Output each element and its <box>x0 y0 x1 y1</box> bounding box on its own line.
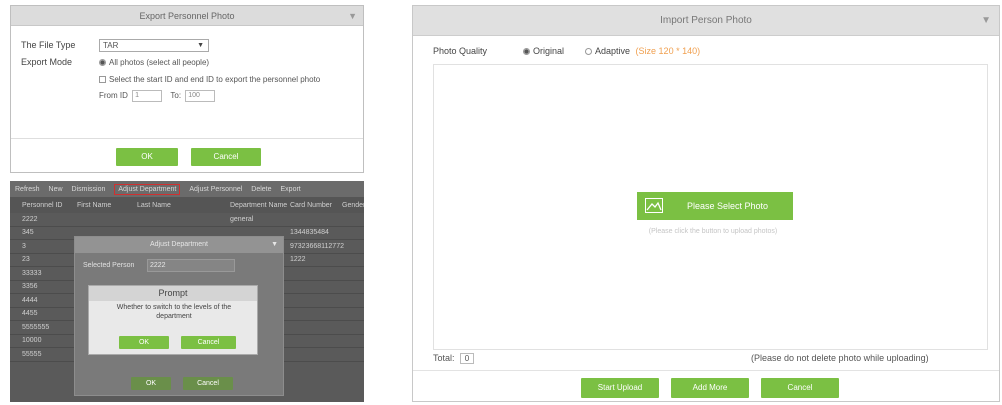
divider <box>413 370 999 371</box>
table-row[interactable]: 2222 general <box>10 213 364 227</box>
import-photo-dialog: Import Person Photo ▼ Photo Quality Orig… <box>412 5 1000 402</box>
from-id-input[interactable]: 1 <box>132 90 163 102</box>
toolbar-new[interactable]: New <box>49 186 63 193</box>
table-cell: 23 <box>22 256 30 264</box>
table-cell: 55555 <box>22 350 42 358</box>
chevron-down-icon: ▼ <box>197 42 204 49</box>
option-original[interactable]: Original <box>523 44 564 58</box>
table-cell: 5555555 <box>22 323 50 331</box>
toolbar-refresh[interactable]: Refresh <box>15 186 40 193</box>
option-all-label: All photos (select all people) <box>109 58 210 67</box>
col-first-name[interactable]: First Name <box>77 202 137 209</box>
total-count: 0 <box>460 353 475 365</box>
option-all-photos[interactable]: All photos (select all people) <box>99 57 209 69</box>
col-card-number[interactable]: Card Number <box>290 202 342 209</box>
table-cell: 4444 <box>22 296 38 304</box>
image-icon <box>645 198 663 213</box>
table-cell: 2222 <box>22 215 38 223</box>
radio-icon[interactable] <box>585 48 592 56</box>
toolbar-export[interactable]: Export <box>281 186 301 193</box>
file-type-value: TAR <box>103 41 119 50</box>
file-type-select[interactable]: TAR ▼ <box>99 39 209 52</box>
col-gender[interactable]: Gender <box>342 202 364 209</box>
col-personnel-id[interactable]: Personnel ID <box>22 202 77 209</box>
select-photo-button[interactable]: Please Select Photo <box>637 192 793 220</box>
prompt-title: Prompt <box>89 286 257 301</box>
dialog-title: Import Person Photo <box>660 15 752 26</box>
option-adaptive[interactable]: Adaptive (Size 120 * 140) <box>585 44 700 58</box>
upload-warning: (Please do not delete photo while upload… <box>751 353 929 363</box>
file-type-label: The File Type <box>21 40 76 50</box>
divider <box>11 138 363 139</box>
adaptive-label: Adaptive <box>595 46 631 56</box>
table-cell: 1344835484 <box>290 229 329 237</box>
selected-person-label: Selected Person <box>83 262 135 269</box>
to-id-input[interactable]: 100 <box>185 90 216 102</box>
upload-hint: (Please click the button to upload photo… <box>648 228 778 235</box>
option-range[interactable]: Select the start ID and end ID to export… <box>99 74 320 86</box>
cancel-button[interactable]: Cancel <box>181 336 236 349</box>
dialog-title-bar: Import Person Photo ▼ <box>413 6 999 36</box>
ok-button[interactable]: OK <box>119 336 169 349</box>
toolbar-dismission[interactable]: Dismission <box>72 186 106 193</box>
close-icon[interactable]: ▼ <box>348 6 357 26</box>
checkbox-icon[interactable] <box>99 76 106 84</box>
to-label: To <box>170 91 179 101</box>
toolbar: Refresh New Dismission Adjust Department… <box>10 181 364 197</box>
selected-person-input[interactable]: 2222 <box>147 259 235 272</box>
table-cell: 33333 <box>22 269 42 277</box>
original-label: Original <box>533 46 565 56</box>
id-range-row: From ID 1 To: 100 <box>99 90 216 102</box>
export-mode-label: Export Mode <box>21 57 73 67</box>
total-row: Total: 0 <box>433 352 475 365</box>
close-icon[interactable]: ▼ <box>271 237 278 253</box>
close-icon[interactable]: ▼ <box>981 6 991 36</box>
table-cell: 345 <box>22 229 34 237</box>
cancel-button[interactable]: Cancel <box>183 377 233 390</box>
toolbar-adjust-department[interactable]: Adjust Department <box>114 183 181 195</box>
photo-quality-label: Photo Quality <box>433 46 488 56</box>
ok-button[interactable]: OK <box>131 377 171 390</box>
cancel-button[interactable]: Cancel <box>191 148 261 166</box>
table-cell: 1222 <box>290 256 306 264</box>
table-header: Personnel ID First Name Last Name Depart… <box>10 197 364 213</box>
table-cell: 4455 <box>22 310 38 318</box>
toolbar-delete[interactable]: Delete <box>251 186 271 193</box>
radio-checked-icon[interactable] <box>99 59 106 67</box>
adaptive-size-text: (Size 120 * 140) <box>635 46 701 56</box>
dialog-title-bar: Export Personnel Photo ▼ <box>11 6 363 26</box>
table-cell: 3 <box>22 242 26 250</box>
total-label: Total: <box>433 353 455 363</box>
col-department[interactable]: Department Name <box>230 202 290 209</box>
col-last-name[interactable]: Last Name <box>137 202 230 209</box>
prompt-dialog: Prompt Whether to switch to the levels o… <box>88 285 258 355</box>
cancel-button[interactable]: Cancel <box>761 378 839 398</box>
select-photo-label: Please Select Photo <box>687 201 769 211</box>
dialog-title-bar: Adjust Department ▼ <box>75 237 283 253</box>
table-cell: general <box>230 215 254 223</box>
toolbar-adjust-personnel[interactable]: Adjust Personnel <box>189 186 242 193</box>
dialog-title: Adjust Department <box>150 241 208 248</box>
ok-button[interactable]: OK <box>116 148 178 166</box>
prompt-message: Whether to switch to the levels of the d… <box>116 304 232 320</box>
table-cell: 10000 <box>22 337 42 345</box>
option-range-label: Select the start ID and end ID to export… <box>109 75 321 84</box>
export-photo-dialog: Export Personnel Photo ▼ The File Type T… <box>10 5 364 173</box>
add-more-button[interactable]: Add More <box>671 378 749 398</box>
start-upload-button[interactable]: Start Upload <box>581 378 659 398</box>
table-cell: 3356 <box>22 283 38 291</box>
dialog-title: Export Personnel Photo <box>139 11 235 21</box>
radio-checked-icon[interactable] <box>523 48 530 56</box>
table-cell: 97323668112772 <box>290 242 344 250</box>
from-id-label: From ID <box>99 91 128 101</box>
